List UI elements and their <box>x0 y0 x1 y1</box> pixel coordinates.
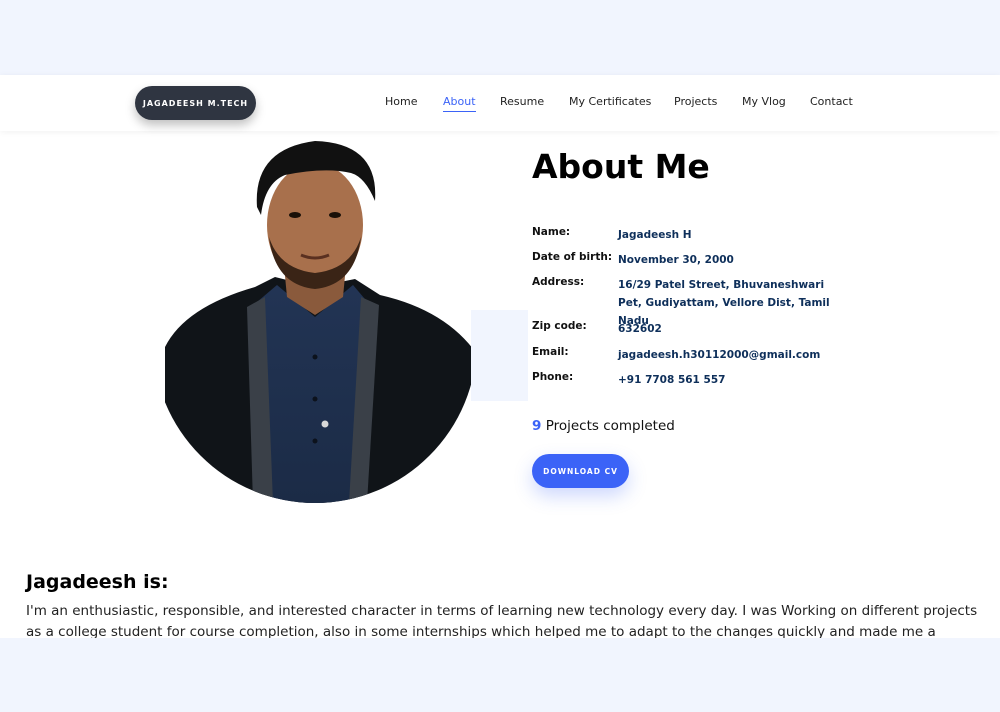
info-label: Address: <box>532 276 585 288</box>
nav-my-vlog[interactable]: My Vlog <box>742 95 786 108</box>
decorative-block <box>471 310 528 401</box>
brand-logo-button[interactable]: JAGADEESH M.TECH <box>135 86 256 120</box>
info-label: Name: <box>532 226 571 238</box>
profile-photo <box>165 141 477 503</box>
projects-count: 9 <box>532 418 542 434</box>
bottom-background-band <box>0 638 1000 712</box>
nav-my-certificates[interactable]: My Certificates <box>569 95 651 108</box>
about-section: About Me Name: Jagadeesh H Date of birth… <box>0 131 1000 661</box>
info-value: jagadeesh.h30112000@gmail.com <box>618 349 821 361</box>
about-title: About Me <box>532 147 710 186</box>
nav-projects[interactable]: Projects <box>674 95 717 108</box>
info-label: Phone: <box>532 371 574 383</box>
info-value: 632602 <box>618 323 662 335</box>
navbar: JAGADEESH M.TECH Home About Resume My Ce… <box>0 75 1000 131</box>
info-value: November 30, 2000 <box>618 254 734 266</box>
projects-completed: 9 Projects completed <box>532 418 675 434</box>
projects-label: Projects completed <box>541 418 675 434</box>
info-label: Email: <box>532 346 569 358</box>
nav-contact[interactable]: Contact <box>810 95 853 108</box>
info-value: Jagadeesh H <box>618 229 692 241</box>
nav-about[interactable]: About <box>443 95 476 112</box>
nav-home[interactable]: Home <box>385 95 417 108</box>
info-label: Zip code: <box>532 320 587 332</box>
info-value: +91 7708 561 557 <box>618 374 726 386</box>
top-background-band <box>0 0 1000 75</box>
bio-heading: Jagadeesh is: <box>26 571 169 593</box>
nav-resume[interactable]: Resume <box>500 95 544 108</box>
info-label: Date of birth: <box>532 251 613 263</box>
download-cv-button[interactable]: DOWNLOAD CV <box>532 454 629 488</box>
